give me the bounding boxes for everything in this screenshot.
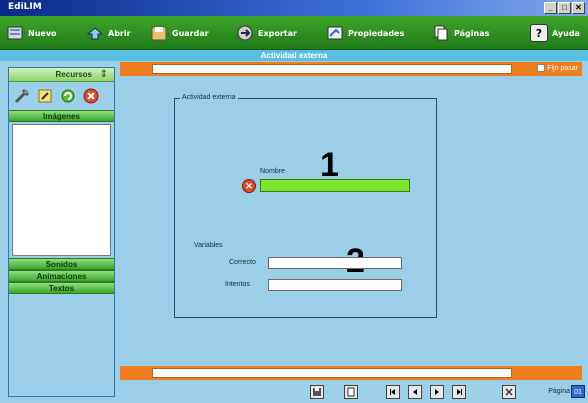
minimize-button[interactable]: _ [544,2,557,14]
activity-subheader: Actividad externa [0,50,588,61]
images-section-header[interactable]: Imágenes [9,110,114,122]
maximize-button[interactable]: □ [558,2,571,14]
new-button[interactable]: Nuevo [6,23,57,43]
export-label: Exportar [258,28,297,38]
help-button[interactable]: ? Ayuda [530,23,580,43]
delete-icon[interactable] [82,87,100,105]
help-icon: ? [530,24,548,42]
animations-section-header[interactable]: Animaciones [9,270,114,282]
bottom-input[interactable] [152,368,512,378]
first-page-icon[interactable] [386,385,400,399]
properties-button[interactable]: Propiedades [326,23,404,43]
resources-header[interactable]: Recursos ⇕ [9,68,114,82]
page-number[interactable]: 01 [571,385,585,398]
save-icon [150,24,168,42]
nombre-label: Nombre [260,168,285,175]
export-icon [236,24,254,42]
new-document-icon [6,24,24,42]
open-icon [86,24,104,42]
save-button[interactable]: Guardar [150,23,209,43]
next-page-icon[interactable] [430,385,444,399]
clear-nombre-button[interactable]: ✕ [242,179,256,193]
intentos-label: Intentos [225,281,250,288]
activity-title: Actividad externa [260,51,328,60]
statement-input[interactable] [152,64,512,74]
fijo-pasar-option[interactable]: Fijo pasar [537,64,578,72]
edit-icon[interactable] [36,87,54,105]
window-title: EdiLIM [8,2,42,12]
work-area: Actividad externa 1 Nombre ✕ Variables 2… [120,76,582,366]
fieldset-legend: Actividad externa [180,94,238,101]
fijo-pasar-label: Fijo pasar [547,64,578,72]
pages-icon [432,24,450,42]
fijo-pasar-checkbox[interactable] [537,64,546,72]
top-statement-bar: Fijo pasar [120,62,582,76]
tools-icon[interactable] [13,87,31,105]
texts-section-header[interactable]: Textos [9,282,114,294]
variables-label: Variables [194,242,223,249]
save-label: Guardar [172,28,209,38]
nombre-input[interactable] [260,179,410,192]
chevron-up-icon[interactable]: ⇕ [100,69,108,80]
correcto-input[interactable] [268,257,402,269]
save-page-icon[interactable] [310,385,324,399]
main-toolbar: Nuevo Abrir Guardar Exportar Propiedades… [0,16,588,50]
new-label: Nuevo [28,28,57,38]
open-button[interactable]: Abrir [86,23,131,43]
previous-page-icon[interactable] [408,385,422,399]
properties-label: Propiedades [348,28,405,38]
resources-sidebar: Recursos ⇕ Imágenes Sonidos Animaciones … [8,67,115,397]
new-page-icon[interactable] [344,385,358,399]
intentos-input[interactable] [268,279,402,291]
pages-button[interactable]: Páginas [432,23,489,43]
last-page-icon[interactable] [452,385,466,399]
sounds-section-header[interactable]: Sonidos [9,258,114,270]
resources-label: Recursos [55,70,92,79]
window-controls: _ □ ✕ [544,2,585,14]
page-label: Página [548,388,570,395]
page-navigation-bar: Página 01 [120,380,588,403]
close-button[interactable]: ✕ [572,2,585,14]
pages-label: Páginas [454,28,490,38]
delete-page-icon[interactable] [502,385,516,399]
properties-icon [326,24,344,42]
title-bar: EdiLIM _ □ ✕ [0,0,588,16]
resources-tools [9,82,114,110]
export-button[interactable]: Exportar [236,23,297,43]
open-label: Abrir [108,28,131,38]
help-label: Ayuda [552,28,580,38]
correcto-label: Correcto [229,259,256,266]
bottom-statement-bar [120,366,582,380]
images-list[interactable] [12,124,111,256]
refresh-icon[interactable] [59,87,77,105]
